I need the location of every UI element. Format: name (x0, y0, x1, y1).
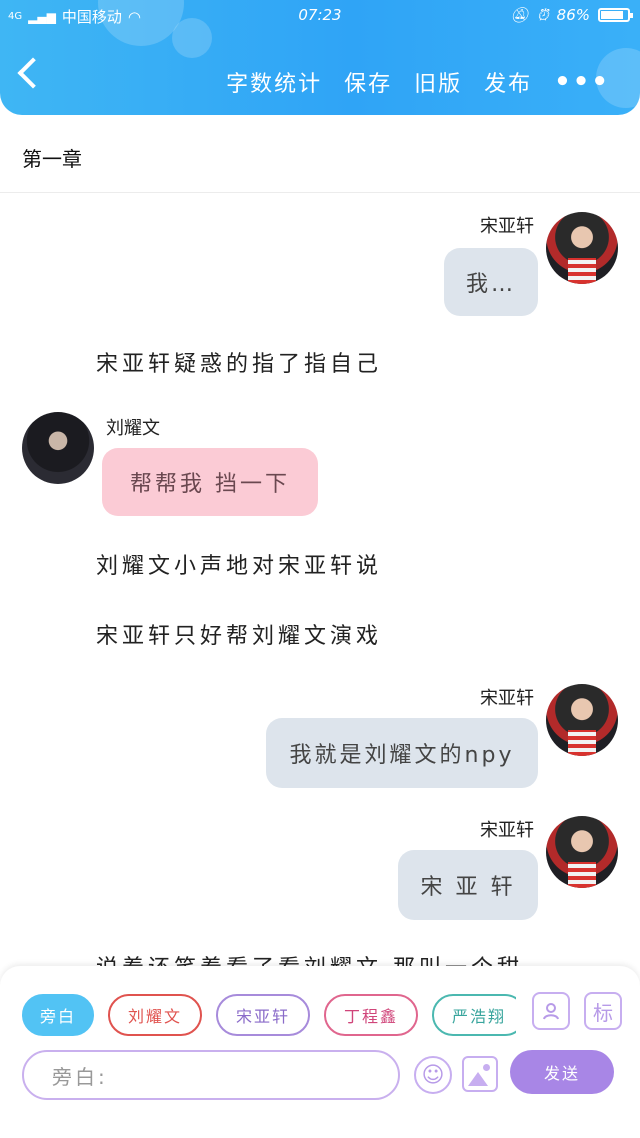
avatar[interactable] (546, 684, 618, 756)
back-icon[interactable] (17, 57, 49, 89)
image-icon[interactable] (462, 1056, 498, 1092)
avatar-shirt-stripe (568, 862, 596, 888)
role-chip-narration[interactable]: 旁白 (22, 994, 94, 1036)
narration-text[interactable]: 说着还笑着看了看刘耀文 那叫一个甜 (96, 950, 523, 966)
battery-icon (598, 8, 633, 22)
composer-panel: 旁白 刘耀文 宋亚轩 丁程鑫 严浩翔 标 旁白: ☺ 发送 (0, 966, 640, 1138)
top-bar: 4G ▂▄▆ 中国移动 ◠ 07:23 🔕︎ ⏰︎ 86% 字数统计 保存 旧版… (0, 0, 640, 115)
header-actions: 字数统计 保存 旧版 发布 ••• (226, 66, 610, 98)
person-card-icon[interactable] (532, 992, 570, 1030)
speaker-name: 宋亚轩 (480, 216, 534, 237)
message-right[interactable]: 宋亚轩 我… (0, 194, 640, 324)
send-button[interactable]: 发送 (510, 1050, 614, 1094)
narration-text[interactable]: 宋亚轩只好帮刘耀文演戏 (96, 618, 382, 650)
speaker-name: 宋亚轩 (480, 688, 534, 709)
message-bubble: 我就是刘耀文的npy (266, 718, 538, 788)
smiley-icon[interactable]: ☺ (414, 1056, 452, 1094)
message-right[interactable]: 宋亚轩 我就是刘耀文的npy (0, 676, 640, 796)
role-selector[interactable]: 旁白 刘耀文 宋亚轩 丁程鑫 严浩翔 (22, 994, 516, 1038)
battery-fill (601, 11, 623, 19)
message-right[interactable]: 宋亚轩 宋 亚 轩 (0, 808, 640, 928)
role-chip-yan[interactable]: 严浩翔 (432, 994, 516, 1036)
speaker-name: 宋亚轩 (480, 820, 534, 841)
tag-button[interactable]: 标 (584, 992, 622, 1030)
message-bubble: 我… (444, 248, 538, 316)
avatar[interactable] (546, 816, 618, 888)
person-card-svg (543, 1003, 559, 1020)
role-chip-liu[interactable]: 刘耀文 (108, 994, 202, 1036)
alarm-icon: ⏰︎ (536, 6, 549, 24)
more-icon[interactable]: ••• (554, 67, 610, 97)
old-version-button[interactable]: 旧版 (414, 66, 462, 98)
message-left[interactable]: 刘耀文 帮帮我 挡一下 (0, 408, 640, 528)
avatar[interactable] (546, 212, 618, 284)
status-right: 🔕︎ ⏰︎ 86% (509, 6, 633, 24)
narration-text[interactable]: 宋亚轩疑惑的指了指自己 (96, 346, 382, 378)
avatar[interactable] (22, 412, 94, 484)
story-feed[interactable]: 宋亚轩 我… 宋亚轩疑惑的指了指自己 刘耀文 帮帮我 挡一下 刘耀文小声地对宋亚… (0, 194, 640, 966)
publish-button[interactable]: 发布 (484, 66, 532, 98)
avatar-shirt-stripe (568, 258, 596, 284)
battery-percent: 86% (556, 6, 590, 24)
message-bubble: 宋 亚 轩 (398, 850, 538, 920)
message-bubble: 帮帮我 挡一下 (102, 448, 318, 516)
text-input[interactable]: 旁白: (22, 1050, 400, 1100)
chapter-title: 第一章 (22, 147, 82, 171)
word-count-button[interactable]: 字数统计 (226, 66, 322, 98)
avatar-shirt-stripe (568, 730, 596, 756)
role-chip-song[interactable]: 宋亚轩 (216, 994, 310, 1036)
mute-icon: 🔕︎ (509, 6, 529, 24)
role-chip-ding[interactable]: 丁程鑫 (324, 994, 418, 1036)
status-bar: 4G ▂▄▆ 中国移动 ◠ 07:23 🔕︎ ⏰︎ 86% (0, 0, 640, 34)
speaker-name: 刘耀文 (106, 418, 160, 439)
save-button[interactable]: 保存 (344, 66, 392, 98)
narration-text[interactable]: 刘耀文小声地对宋亚轩说 (96, 548, 382, 580)
chapter-bar[interactable]: 第一章 (0, 115, 640, 193)
